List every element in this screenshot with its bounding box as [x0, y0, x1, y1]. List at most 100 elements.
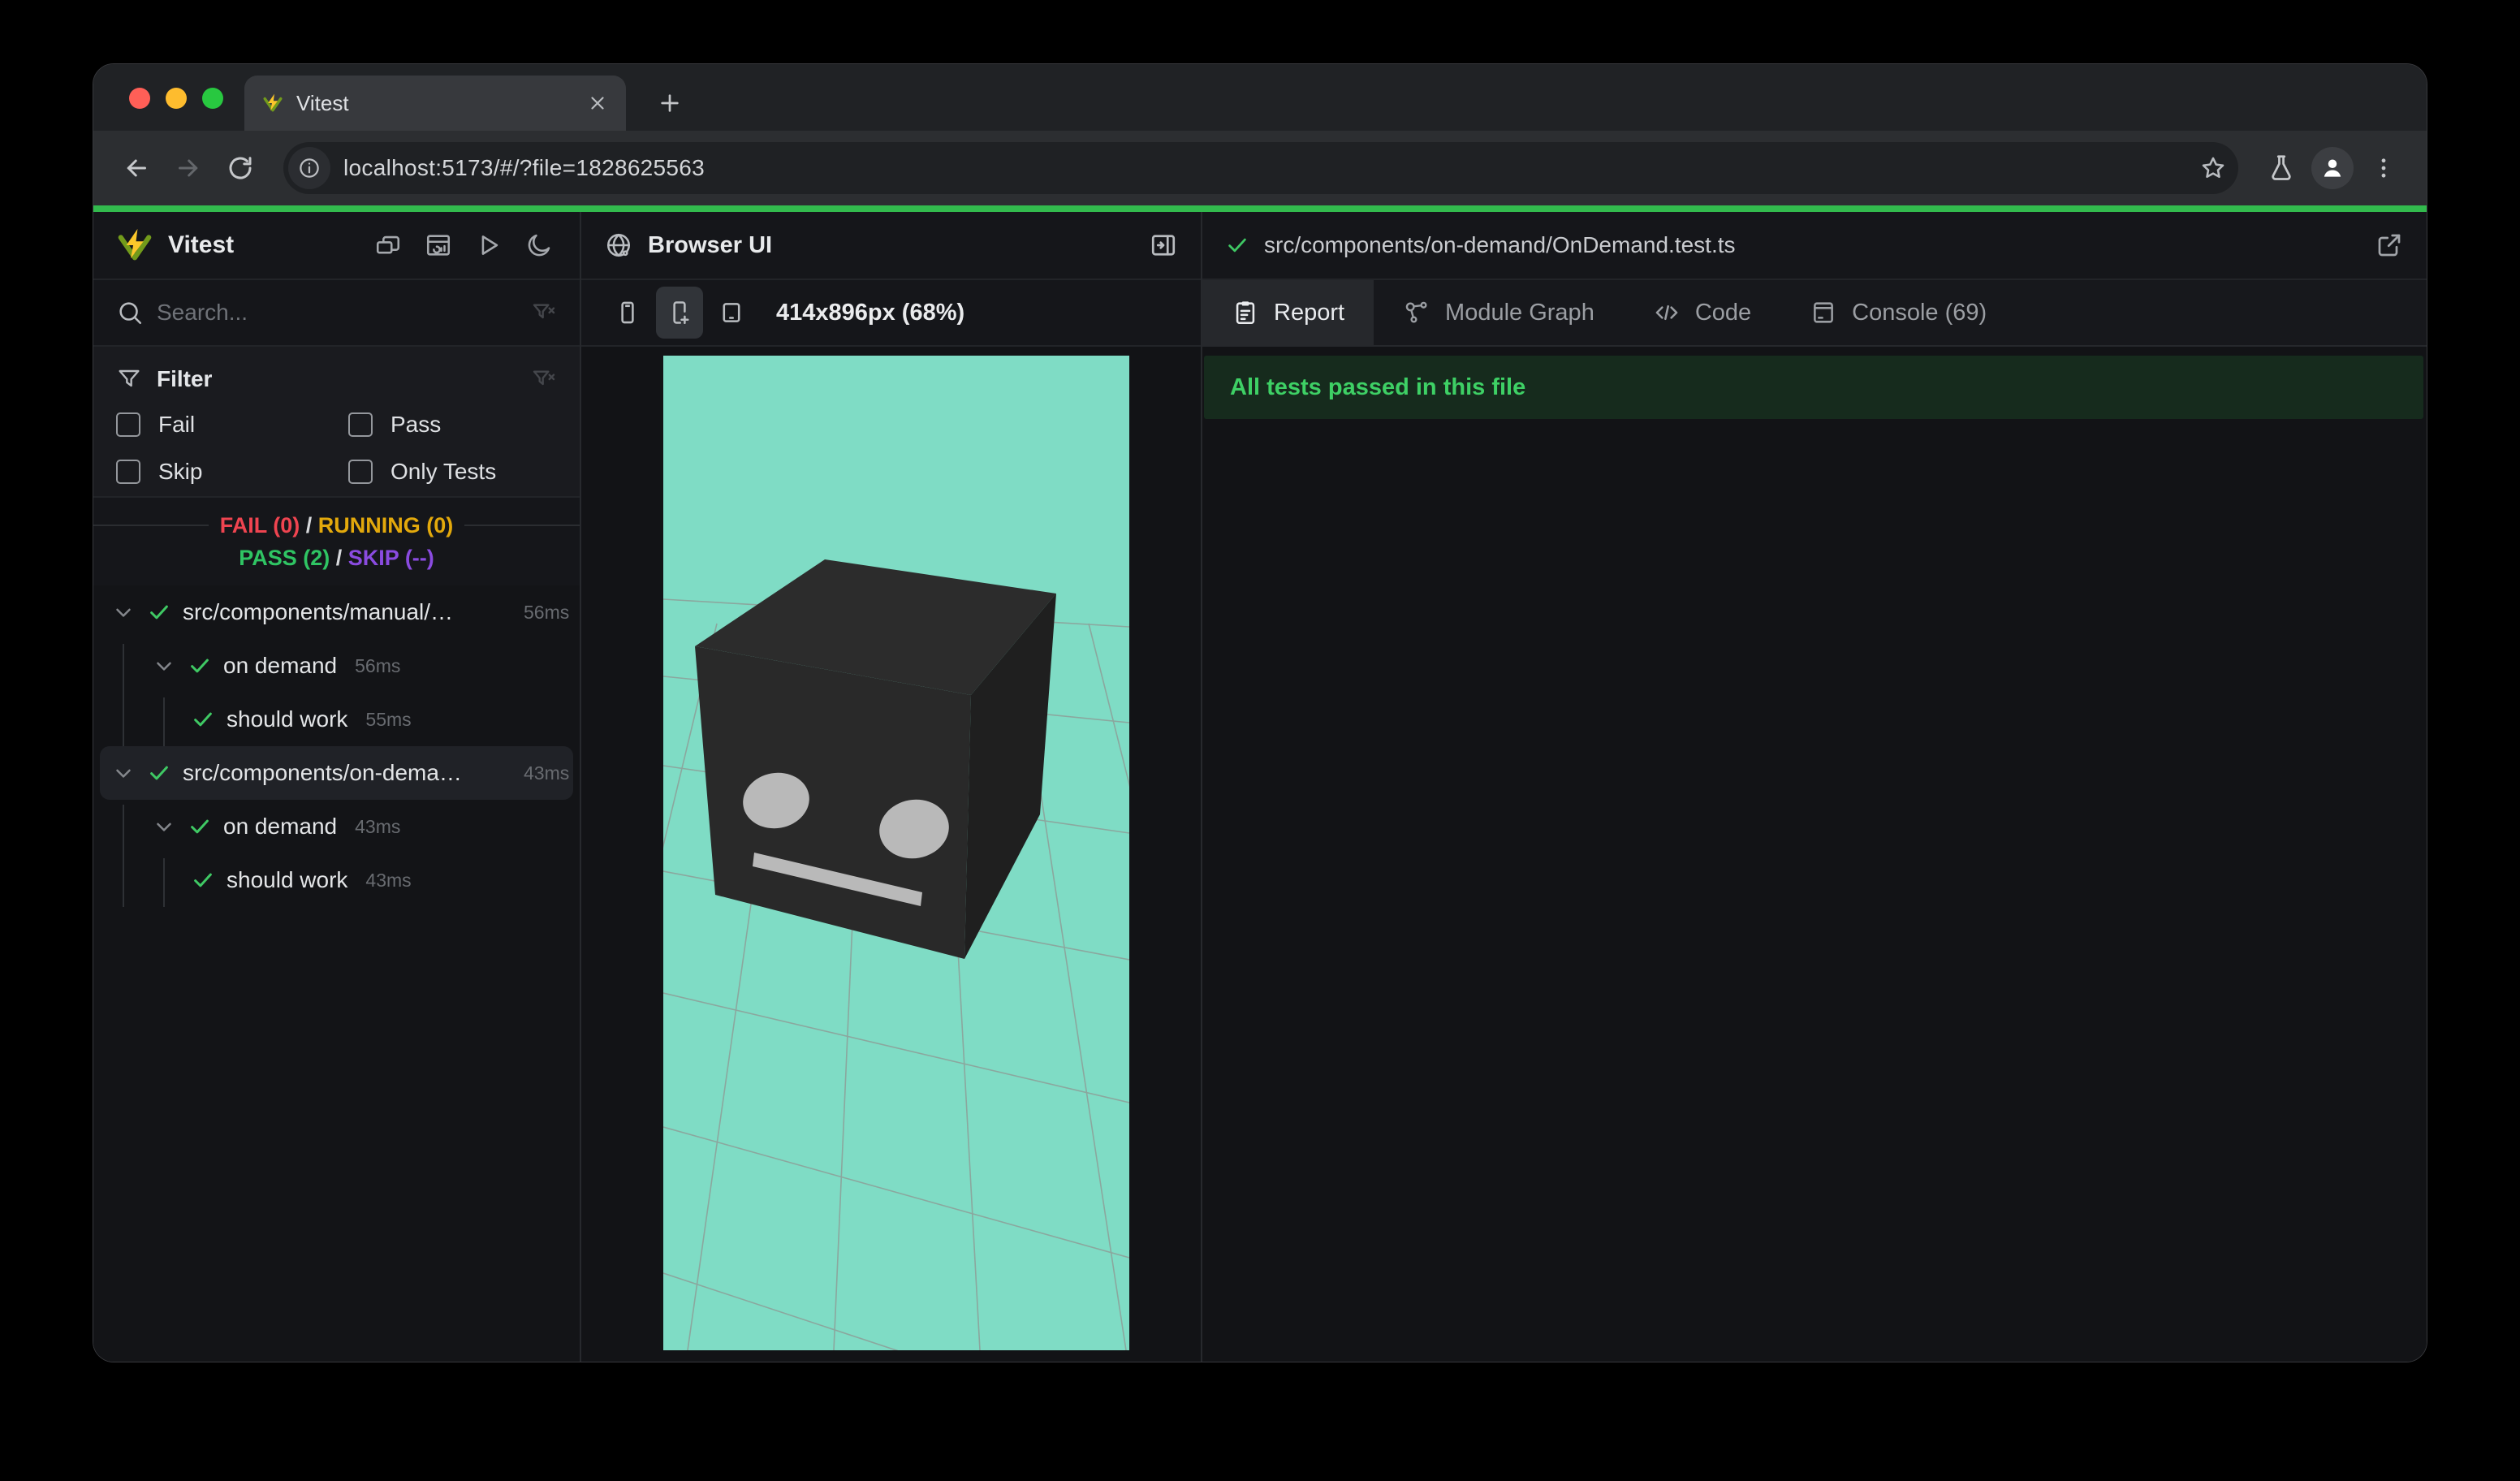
- tree-row-file[interactable]: src/components/manual/… 56ms: [93, 585, 580, 639]
- device-phone-new-icon[interactable]: [656, 287, 703, 339]
- checkbox-icon[interactable]: [348, 460, 373, 484]
- clear-filter-icon[interactable]: [531, 366, 557, 392]
- profile-avatar[interactable]: [2311, 147, 2354, 189]
- browser-preview-panel: Browser UI 414x896px (68%): [581, 212, 1202, 1362]
- address-bar[interactable]: localhost:5173/#/?file=1828625563: [283, 142, 2238, 194]
- preview-body: [581, 347, 1201, 1362]
- pass-check-icon: [147, 761, 171, 785]
- sidebar: Vitest Search... Filter Fail Pass Skip O…: [93, 212, 581, 1362]
- checkbox-icon[interactable]: [348, 412, 373, 437]
- pass-check-icon: [1225, 233, 1249, 257]
- sidebar-actions: [370, 227, 557, 263]
- filter-checkbox-only-tests[interactable]: Only Tests: [348, 454, 557, 490]
- pass-check-icon: [191, 868, 215, 892]
- file-header: src/components/on-demand/OnDemand.test.t…: [1202, 212, 2427, 280]
- summary-line-2: PASS (2) / SKIP (--): [239, 545, 434, 570]
- close-window-button[interactable]: [129, 88, 150, 109]
- zoom-window-button[interactable]: [202, 88, 223, 109]
- close-tab-icon[interactable]: [587, 93, 608, 114]
- all-tests-passed-banner: All tests passed in this file: [1204, 356, 2423, 419]
- tree-row-suite[interactable]: on demand 56ms: [93, 639, 580, 693]
- threejs-cube-scene: [663, 559, 1129, 1350]
- tab-report[interactable]: Report: [1202, 280, 1374, 345]
- external-link-icon[interactable]: [2375, 231, 2404, 260]
- test-summary: FAIL (0) / RUNNING (0) PASS (2) / SKIP (…: [93, 498, 580, 585]
- pass-check-icon: [188, 654, 212, 678]
- run-all-icon[interactable]: [471, 227, 507, 263]
- bookmark-star-icon[interactable]: [2199, 154, 2227, 182]
- chevron-down-icon[interactable]: [152, 814, 176, 839]
- new-tab-button[interactable]: [649, 82, 691, 124]
- module-graph-icon: [1403, 299, 1430, 326]
- pass-check-icon: [147, 600, 171, 624]
- filter-checkbox-pass[interactable]: Pass: [348, 407, 557, 443]
- browser-tab[interactable]: Vitest: [244, 76, 626, 131]
- chevron-down-icon[interactable]: [152, 654, 176, 678]
- tab-title: Vitest: [296, 90, 349, 115]
- chevron-down-icon[interactable]: [111, 600, 136, 624]
- test-progress-bar: [93, 205, 2427, 212]
- reload-icon[interactable]: [218, 146, 262, 190]
- vitest-favicon-icon: [262, 93, 283, 114]
- tree-row-test[interactable]: should work 55ms: [93, 693, 580, 746]
- preview-header: Browser UI: [581, 212, 1201, 280]
- code-brackets-icon: [1653, 299, 1681, 326]
- test-tree: src/components/manual/… 56ms on demand 5…: [93, 585, 580, 1362]
- checkbox-icon[interactable]: [116, 412, 140, 437]
- tab-code[interactable]: Code: [1624, 280, 1780, 345]
- clear-search-filter-icon[interactable]: [531, 300, 557, 326]
- dashboard-icon[interactable]: [421, 227, 456, 263]
- app-title: Vitest: [168, 231, 235, 258]
- forward-arrow-icon[interactable]: [166, 146, 210, 190]
- indent-guide: [123, 644, 124, 746]
- back-arrow-icon[interactable]: [114, 146, 158, 190]
- search-input[interactable]: Search...: [157, 300, 531, 326]
- indent-guide: [163, 697, 165, 746]
- tab-module-graph[interactable]: Module Graph: [1374, 280, 1624, 345]
- url-text: localhost:5173/#/?file=1828625563: [343, 155, 706, 180]
- device-tablet-icon[interactable]: [708, 287, 755, 339]
- globe-icon: [604, 231, 633, 260]
- filter-title: Filter: [157, 366, 213, 391]
- vitest-logo-icon: [116, 227, 153, 264]
- file-path: src/components/on-demand/OnDemand.test.t…: [1264, 232, 1736, 257]
- search-row[interactable]: Search...: [93, 280, 580, 347]
- tree-row-file-selected[interactable]: src/components/on-dema… 43ms: [100, 746, 573, 800]
- site-info-icon[interactable]: [288, 147, 330, 189]
- minimize-window-button[interactable]: [166, 88, 187, 109]
- details-tabbar: Report Module Graph Code Console (69): [1202, 280, 2427, 347]
- tested-app-iframe[interactable]: [663, 356, 1129, 1350]
- indent-guide: [163, 858, 165, 907]
- tree-row-test[interactable]: should work 43ms: [93, 853, 580, 907]
- details-panel: src/components/on-demand/OnDemand.test.t…: [1202, 212, 2427, 1362]
- device-phone-icon[interactable]: [604, 287, 651, 339]
- filter-panel: Filter Fail Pass Skip Only Tests: [93, 347, 580, 498]
- dock-panel-right-icon[interactable]: [1149, 231, 1178, 260]
- dark-mode-moon-icon[interactable]: [521, 227, 557, 263]
- divider: [93, 525, 209, 526]
- experiments-flask-icon[interactable]: [2259, 146, 2303, 190]
- checkbox-icon[interactable]: [116, 460, 140, 484]
- browser-window: Vitest localhost:5173/#/?file=1828625563…: [93, 63, 2427, 1362]
- filter-options: Fail Pass Skip Only Tests: [116, 407, 557, 490]
- summary-line-1: FAIL (0) / RUNNING (0): [219, 512, 454, 538]
- pass-check-icon: [191, 707, 215, 732]
- tree-row-suite[interactable]: on demand 43ms: [93, 800, 580, 853]
- traffic-lights: [129, 88, 223, 109]
- report-body: All tests passed in this file: [1202, 347, 2427, 1362]
- tab-console[interactable]: Console (69): [1780, 280, 2016, 345]
- collapse-windows-icon[interactable]: [370, 227, 406, 263]
- viewport-size-label: 414x896px (68%): [776, 299, 965, 326]
- tab-strip: Vitest: [93, 64, 2427, 131]
- filter-checkbox-skip[interactable]: Skip: [116, 454, 348, 490]
- menu-kebab-icon[interactable]: [2362, 146, 2406, 190]
- device-toolbar: 414x896px (68%): [581, 280, 1201, 347]
- filter-checkbox-fail[interactable]: Fail: [116, 407, 348, 443]
- console-terminal-icon: [1810, 299, 1837, 326]
- chevron-down-icon[interactable]: [111, 761, 136, 785]
- filter-funnel-icon: [116, 366, 142, 392]
- divider: [464, 525, 580, 526]
- vitest-ui: Vitest Search... Filter Fail Pass Skip O…: [93, 212, 2427, 1362]
- sidebar-header: Vitest: [93, 212, 580, 280]
- indent-guide: [123, 805, 124, 907]
